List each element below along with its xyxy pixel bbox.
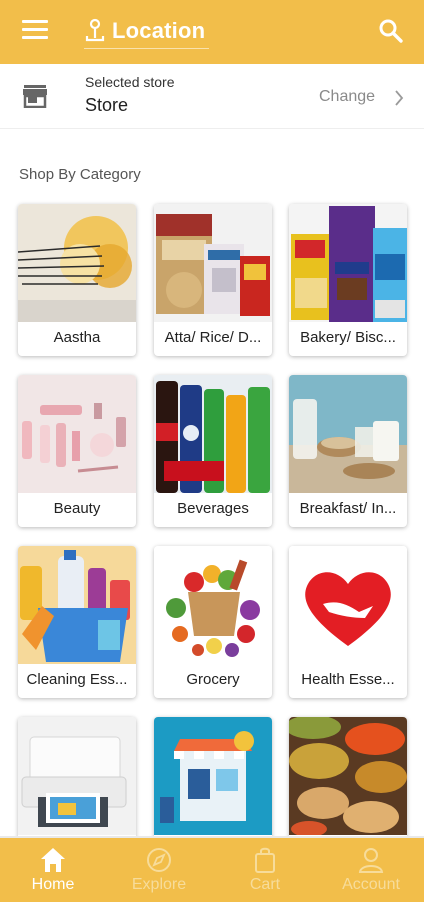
home-icon (0, 846, 106, 874)
category-label: Beauty (53, 500, 101, 517)
category-card-atta-rice[interactable]: Atta/ Rice/ D... (154, 204, 272, 356)
category-card-breakfast[interactable]: Breakfast/ In... (289, 375, 407, 527)
category-image-beauty (18, 375, 136, 493)
section-title: Shop By Category (19, 166, 141, 183)
location-selector[interactable]: Location (84, 14, 210, 49)
nav-cart-label: Cart (249, 876, 281, 893)
store-name: Store (85, 95, 129, 115)
category-label: Aastha (53, 329, 101, 346)
bottom-navigation: Home Explore Cart Account (0, 836, 424, 902)
chevron-right-icon[interactable] (394, 90, 404, 106)
category-image-bakery (289, 204, 407, 322)
category-image-printer (18, 717, 136, 835)
category-card-aastha[interactable]: Aastha (18, 204, 136, 356)
category-card-beauty[interactable]: Beauty (18, 375, 136, 527)
category-label: Breakfast/ In... (299, 500, 397, 517)
nav-home-label: Home (31, 876, 75, 893)
category-label: Beverages (177, 500, 249, 517)
category-card-beverages[interactable]: Beverages (154, 375, 272, 527)
category-card-bakery[interactable]: Bakery/ Bisc... (289, 204, 407, 356)
hamburger-menu-icon[interactable] (22, 20, 48, 40)
nav-cart[interactable]: Cart (212, 838, 318, 902)
search-icon[interactable] (378, 18, 404, 44)
nav-account-label: Account (342, 876, 400, 893)
selected-store-row[interactable]: Selected store Store Change (0, 64, 424, 129)
location-pin-icon (85, 18, 105, 42)
category-image-shop (154, 717, 272, 835)
category-image-spices (289, 717, 407, 835)
category-image-grocery (154, 546, 272, 664)
category-image-breakfast (289, 375, 407, 493)
compass-icon (106, 846, 212, 874)
category-label: Grocery (186, 671, 240, 688)
change-store-link[interactable]: Change (319, 88, 375, 106)
nav-account[interactable]: Account (318, 838, 424, 902)
person-icon (318, 846, 424, 874)
category-image-beverages (154, 375, 272, 493)
category-card-grocery[interactable]: Grocery (154, 546, 272, 698)
category-image-incense (18, 204, 136, 322)
category-card-health[interactable]: Health Esse... (289, 546, 407, 698)
nav-explore-label: Explore (131, 876, 187, 893)
category-card-cleaning[interactable]: Cleaning Ess... (18, 546, 136, 698)
category-label: Bakery/ Bisc... (300, 329, 396, 346)
category-label: Cleaning Ess... (26, 671, 128, 688)
category-image-cleaning (18, 546, 136, 664)
top-app-bar: Location (0, 0, 424, 64)
category-image-atta-rice (154, 204, 272, 322)
shopping-bag-icon (212, 846, 318, 874)
nav-explore[interactable]: Explore (106, 838, 212, 902)
category-image-health (289, 546, 407, 664)
category-label: Atta/ Rice/ D... (164, 329, 262, 346)
location-title: Location (112, 18, 206, 43)
category-label: Health Esse... (301, 671, 395, 688)
store-subtitle: Selected store (85, 74, 175, 90)
nav-home[interactable]: Home (0, 838, 106, 902)
store-icon (23, 85, 47, 108)
